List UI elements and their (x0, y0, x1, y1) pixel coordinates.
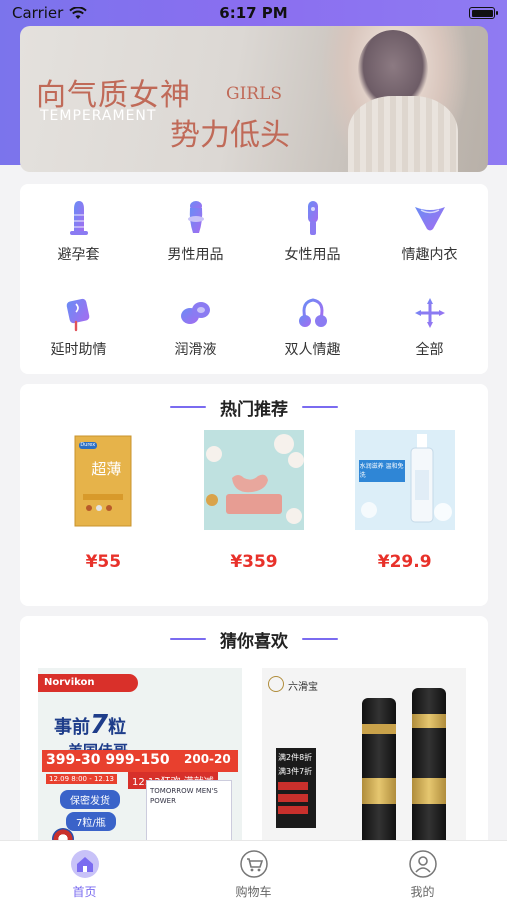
title-line-right (302, 638, 338, 640)
hot-recommend-card: 热门推荐 Durex 超薄 ¥55 ¥359 水润滋养 温和免洗 ¥29.9 (20, 384, 488, 606)
tab-label: 我的 (410, 885, 435, 899)
category-label: 情趣内衣 (401, 246, 458, 263)
category-condom[interactable]: 避孕套 (20, 184, 137, 279)
battery-icon (469, 7, 498, 19)
like-product-2[interactable]: 六滑宝 满2件8折 满3件7折 (262, 668, 466, 856)
bottom-tab-bar: 首页 购物车 我的 (0, 840, 507, 900)
product-price: ¥359 (230, 552, 278, 572)
hot-section-title: 热门推荐 (220, 399, 288, 420)
category-label: 避孕套 (57, 246, 100, 263)
supplement-tag2: 7粒/瓶 (66, 812, 116, 831)
category-delay[interactable]: 延时助情 (20, 279, 137, 374)
profile-icon (408, 850, 437, 878)
condom-box-image: Durex 超薄 (53, 430, 153, 530)
spray-promo1: 满2件8折 (278, 753, 313, 762)
hot-product-1[interactable]: Durex 超薄 ¥55 (38, 430, 168, 572)
category-lingerie[interactable]: 情趣内衣 (371, 184, 488, 279)
status-bar: Carrier 6:17 PM (0, 0, 507, 26)
tab-home[interactable]: 首页 (40, 849, 130, 900)
like-product-1[interactable]: Norvikon 事前7粒 美国佳哥 399-30 999-150 200-20… (38, 668, 242, 856)
clock: 6:17 PM (219, 4, 288, 22)
couple-toy-icon (296, 295, 330, 331)
promo-banner[interactable]: 向气质女神 GIRLS TEMPERAMENT 势力低头 (20, 26, 488, 172)
banner-slogan-line2: 势力低头 (170, 118, 290, 153)
male-product-icon (179, 200, 213, 236)
spray-promo2: 满3件7折 (278, 767, 313, 776)
tab-cart[interactable]: 购物车 (209, 849, 299, 900)
product-price: ¥55 (85, 552, 122, 572)
tab-profile[interactable]: 我的 (378, 849, 468, 900)
black-spray-image: 六滑宝 满2件8折 满3件7折 (262, 668, 466, 856)
hot-product-2[interactable]: ¥359 (189, 430, 319, 572)
supplement-tag1: 保密发货 (60, 790, 120, 809)
supplement-date: 12.09 8:00 - 12.13 (46, 774, 117, 784)
condom-icon (62, 200, 96, 236)
supplement-brand: Norvikon (44, 677, 95, 688)
hot-product-3[interactable]: 水润滋养 温和免洗 ¥29.9 (340, 430, 470, 572)
category-label: 延时助情 (50, 341, 107, 358)
category-couple[interactable]: 双人情趣 (254, 279, 371, 374)
banner-english-girls: GIRLS (226, 84, 283, 104)
category-label: 润滑液 (174, 341, 217, 358)
supplement-promo-2: 200-20 (184, 752, 231, 766)
wifi-icon (69, 6, 88, 19)
category-card: 避孕套 男性用品 女性用品 情趣内衣 延时助情 润滑液 双人情趣 全部 (20, 184, 488, 374)
category-female-products[interactable]: 女性用品 (254, 184, 371, 279)
home-icon (70, 850, 99, 878)
like-section-title: 猜你喜欢 (220, 631, 288, 652)
category-lubricant[interactable]: 润滑液 (137, 279, 254, 374)
condom-name-text: 超薄 (91, 460, 122, 478)
title-line-left (170, 638, 206, 640)
category-male-products[interactable]: 男性用品 (137, 184, 254, 279)
banner-english-temperament: TEMPERAMENT (40, 108, 157, 124)
pink-toy-image (203, 430, 304, 530)
category-label: 双人情趣 (284, 341, 341, 358)
category-all[interactable]: 全部 (371, 279, 488, 374)
delay-spray-icon (62, 295, 96, 331)
title-line-right (302, 406, 338, 408)
category-label: 女性用品 (284, 246, 341, 263)
all-categories-icon (413, 295, 447, 331)
lubricant-bottle-image: 水润滋养 温和免洗 (354, 430, 455, 530)
hot-section-header: 热门推荐 (20, 384, 488, 430)
cart-icon (239, 850, 268, 878)
headline-part-1: 事前 (54, 717, 90, 738)
category-label: 全部 (415, 341, 444, 358)
spray-brand: 六滑宝 (288, 682, 318, 693)
lingerie-icon (413, 200, 447, 236)
lubricant-icon (179, 295, 213, 331)
carrier-label: Carrier (12, 4, 64, 22)
supplement-box-text: TOMORROW MEN'S POWER (150, 787, 218, 805)
title-line-left (170, 406, 206, 408)
headline-part-2: 粒 (108, 717, 127, 738)
headline-number: 7 (90, 710, 109, 740)
category-label: 男性用品 (167, 246, 224, 263)
like-section-header: 猜你喜欢 (20, 616, 488, 662)
tab-label: 购物车 (235, 885, 272, 899)
condom-brand-text: Durex (80, 442, 96, 448)
supplement-headline: 事前7粒 (54, 710, 126, 740)
model-sweater (348, 96, 458, 172)
female-product-icon (296, 200, 330, 236)
tab-label: 首页 (72, 885, 97, 899)
supplement-promo: 399-30 999-150 (46, 752, 170, 768)
product-price: ¥29.9 (377, 552, 432, 572)
supplement-ad-image: Norvikon 事前7粒 美国佳哥 399-30 999-150 200-20… (38, 668, 242, 856)
lubricant-label-text: 水润滋养 温和免洗 (359, 463, 404, 479)
guess-you-like-card: 猜你喜欢 Norvikon 事前7粒 美国佳哥 399-30 999-150 2… (20, 616, 488, 856)
